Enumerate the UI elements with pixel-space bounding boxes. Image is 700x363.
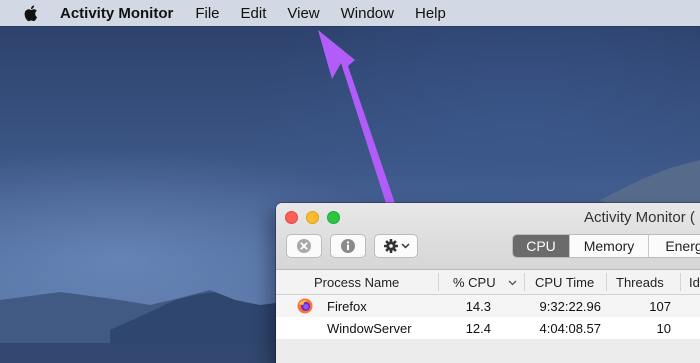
column-cpu[interactable]: % CPU bbox=[453, 275, 496, 290]
column-threads[interactable]: Threads bbox=[616, 275, 664, 290]
inspect-process-button[interactable] bbox=[330, 234, 366, 258]
column-divider[interactable] bbox=[524, 273, 525, 291]
activity-monitor-window: Activity Monitor (CPU Memory Energ Proc… bbox=[276, 203, 700, 363]
chevron-down-icon bbox=[400, 243, 410, 249]
column-divider[interactable] bbox=[438, 273, 439, 291]
zoom-window-button[interactable] bbox=[327, 211, 340, 224]
column-process-name[interactable]: Process Name bbox=[314, 275, 399, 290]
column-idle-wake-ups[interactable]: Id bbox=[689, 275, 700, 290]
window-titlebar: Activity Monitor (CPU Memory Energ bbox=[276, 203, 700, 270]
process-cpu: 14.3 bbox=[465, 299, 491, 314]
window-title: Activity Monitor ( bbox=[584, 209, 695, 226]
column-divider[interactable] bbox=[606, 273, 607, 291]
view-tabs: CPU Memory Energ bbox=[512, 234, 700, 258]
tab-cpu[interactable]: CPU bbox=[513, 235, 570, 257]
process-name: Firefox bbox=[327, 299, 367, 314]
process-table-header: Process Name % CPU CPU Time Threads Id bbox=[276, 270, 700, 295]
stop-process-icon bbox=[297, 239, 311, 253]
column-divider[interactable] bbox=[680, 273, 681, 291]
process-cpu: 12.4 bbox=[465, 321, 491, 336]
table-row[interactable]: WindowServer 12.4 4:04:08.57 10 bbox=[276, 317, 700, 339]
tab-energy[interactable]: Energ bbox=[649, 235, 700, 257]
stop-process-button[interactable] bbox=[286, 234, 322, 258]
table-row[interactable]: Firefox 14.3 9:32:22.96 107 bbox=[276, 295, 700, 317]
process-name: WindowServer bbox=[327, 321, 412, 336]
firefox-icon bbox=[297, 298, 313, 314]
process-threads: 107 bbox=[649, 299, 671, 314]
gear-menu-button[interactable] bbox=[374, 234, 418, 258]
column-cpu-time[interactable]: CPU Time bbox=[535, 275, 594, 290]
process-cpu-time: 4:04:08.57 bbox=[539, 321, 601, 336]
info-icon bbox=[341, 239, 355, 253]
sort-descending-chevron-icon[interactable] bbox=[508, 280, 517, 286]
process-threads: 10 bbox=[656, 321, 671, 336]
process-cpu-time: 9:32:22.96 bbox=[539, 299, 601, 314]
process-list: Firefox 14.3 9:32:22.96 107 WindowServer… bbox=[276, 295, 700, 339]
gear-icon bbox=[383, 239, 398, 253]
tab-memory[interactable]: Memory bbox=[570, 235, 649, 257]
close-window-button[interactable] bbox=[285, 211, 298, 224]
minimize-window-button[interactable] bbox=[306, 211, 319, 224]
